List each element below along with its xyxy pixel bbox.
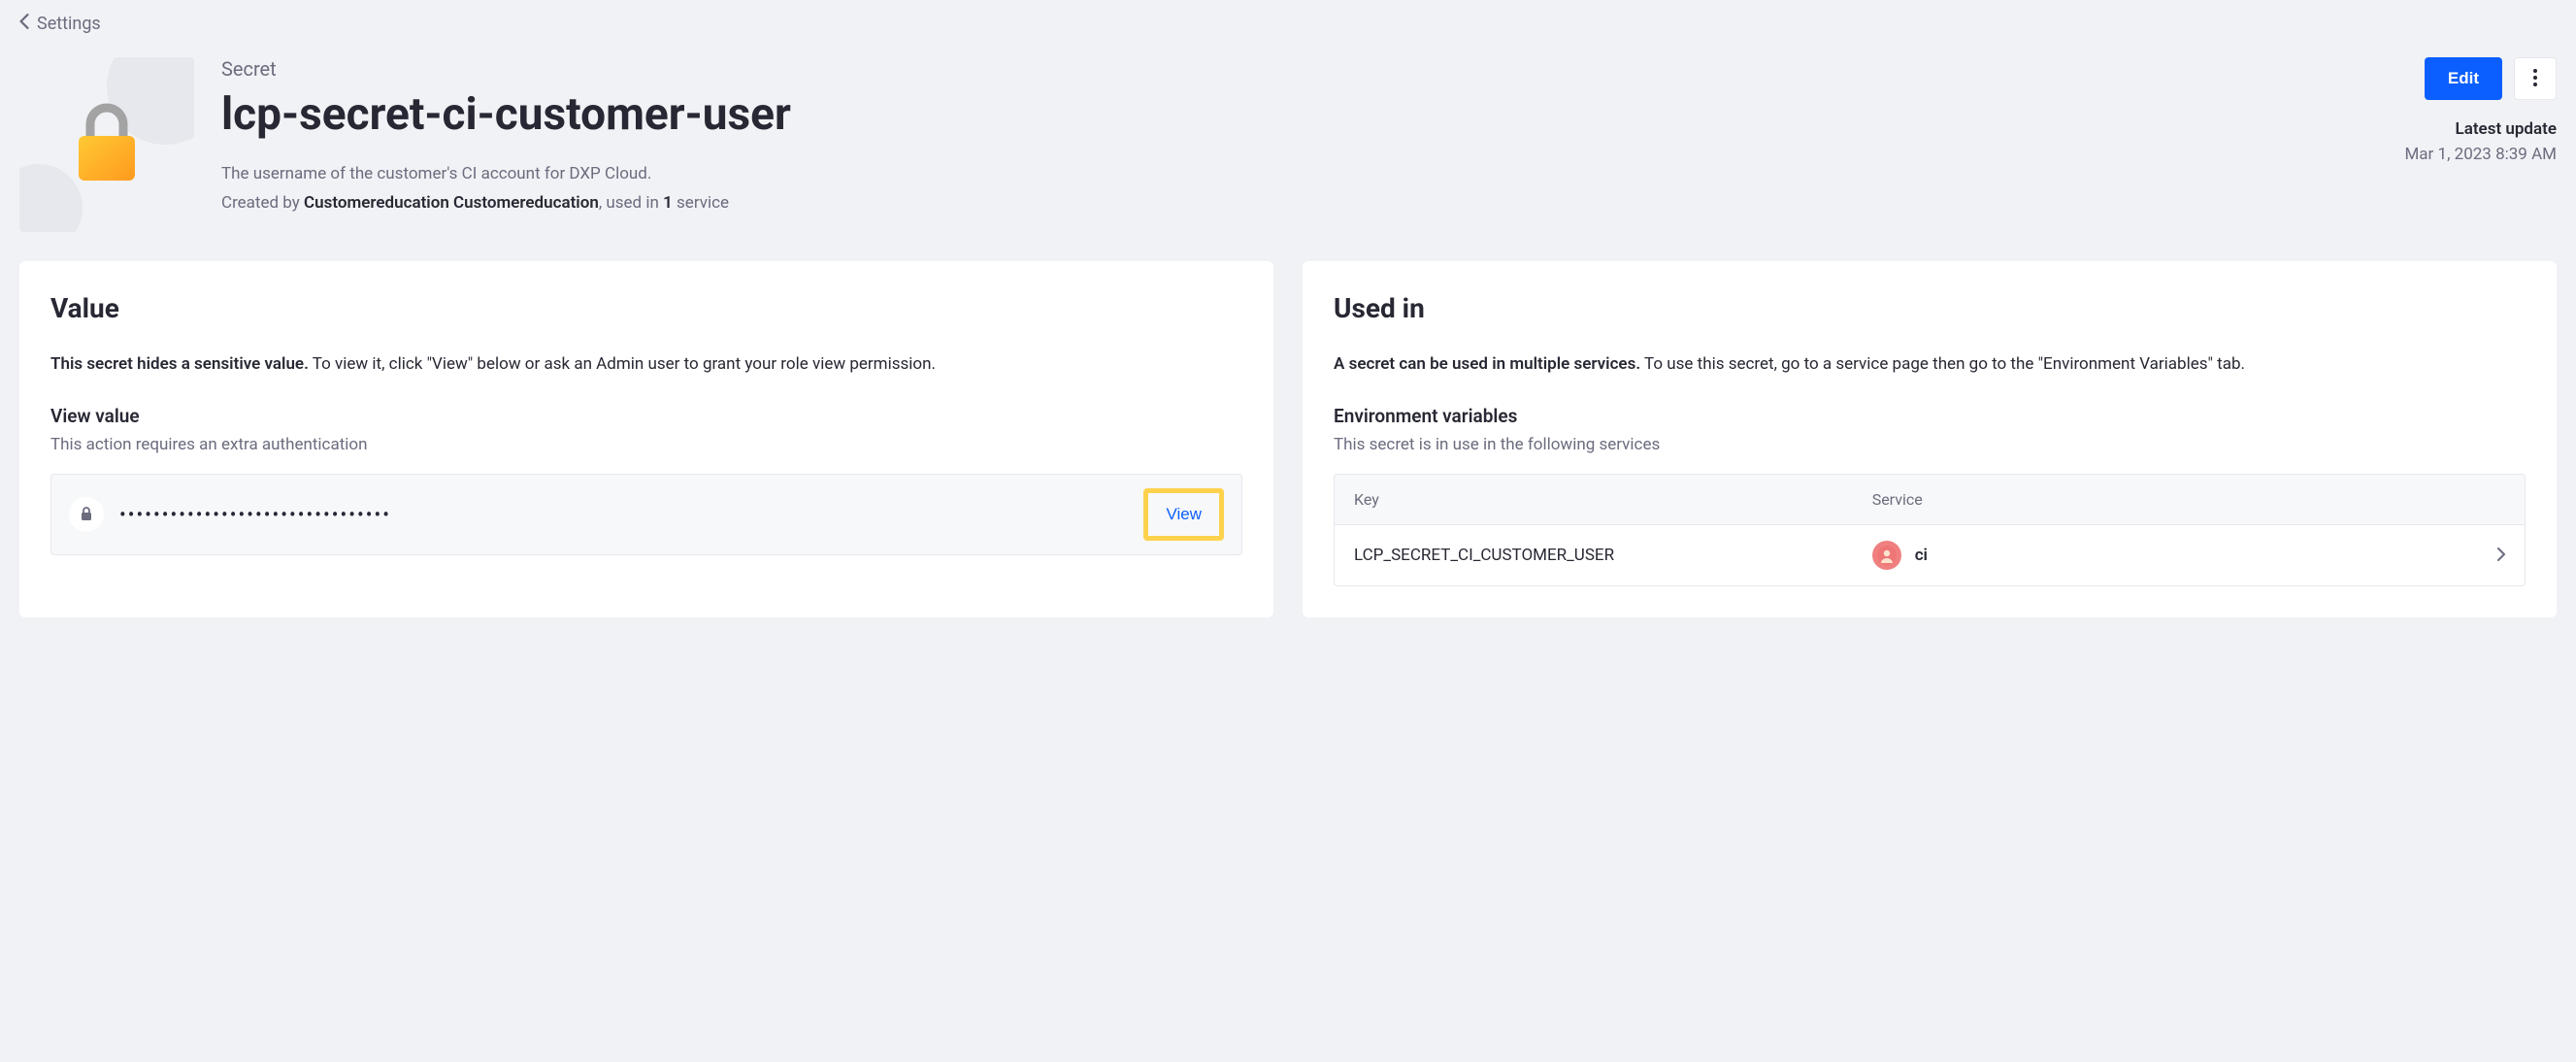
secret-description: The username of the customer's CI accoun…	[221, 164, 2377, 183]
used-in-card: Used in A secret can be used in multiple…	[1303, 261, 2557, 617]
secret-hero-icon	[19, 57, 194, 232]
env-vars-table: Key Service LCP_SECRET_CI_CUSTOMER_USER …	[1334, 474, 2526, 586]
view-value-heading: View value	[50, 405, 1242, 427]
view-value-subtext: This action requires an extra authentica…	[50, 435, 1242, 454]
view-button-highlight: View	[1143, 488, 1224, 541]
masked-value: ••••••••••••••••••••••••••••••••	[119, 503, 1128, 526]
latest-update-time: Mar 1, 2023 8:39 AM	[2404, 145, 2557, 164]
more-actions-button[interactable]	[2514, 57, 2557, 100]
value-box: •••••••••••••••••••••••••••••••• View	[50, 474, 1242, 555]
table-row[interactable]: LCP_SECRET_CI_CUSTOMER_USER ci	[1335, 525, 2525, 585]
value-card-intro: This secret hides a sensitive value. To …	[50, 351, 1242, 378]
chevron-left-icon	[19, 14, 29, 34]
view-button[interactable]: View	[1150, 495, 1217, 534]
chevron-right-icon	[2497, 547, 2505, 565]
category-label: Secret	[221, 57, 2377, 81]
back-link[interactable]: Settings	[0, 0, 2576, 48]
edit-button[interactable]: Edit	[2425, 57, 2502, 100]
lock-small-icon	[69, 497, 104, 532]
used-in-card-intro: A secret can be used in multiple service…	[1334, 351, 2526, 378]
secret-meta: Created by Customereducation Customeredu…	[221, 193, 2377, 213]
env-vars-subtext: This secret is in use in the following s…	[1334, 435, 2526, 454]
lock-icon	[71, 101, 143, 188]
used-in-card-title: Used in	[1334, 292, 2526, 324]
kebab-menu-icon	[2533, 69, 2537, 89]
value-card-title: Value	[50, 292, 1242, 324]
latest-update-label: Latest update	[2404, 119, 2557, 139]
env-key: LCP_SECRET_CI_CUSTOMER_USER	[1354, 546, 1872, 565]
env-vars-heading: Environment variables	[1334, 405, 2526, 427]
col-header-key: Key	[1354, 490, 1872, 509]
page-title: lcp-secret-ci-customer-user	[221, 88, 2377, 141]
service-avatar	[1872, 541, 1901, 570]
table-header: Key Service	[1335, 475, 2525, 525]
col-header-service: Service	[1872, 490, 2505, 509]
back-label: Settings	[37, 14, 101, 34]
value-card: Value This secret hides a sensitive valu…	[19, 261, 1273, 617]
service-name: ci	[1915, 546, 1928, 565]
